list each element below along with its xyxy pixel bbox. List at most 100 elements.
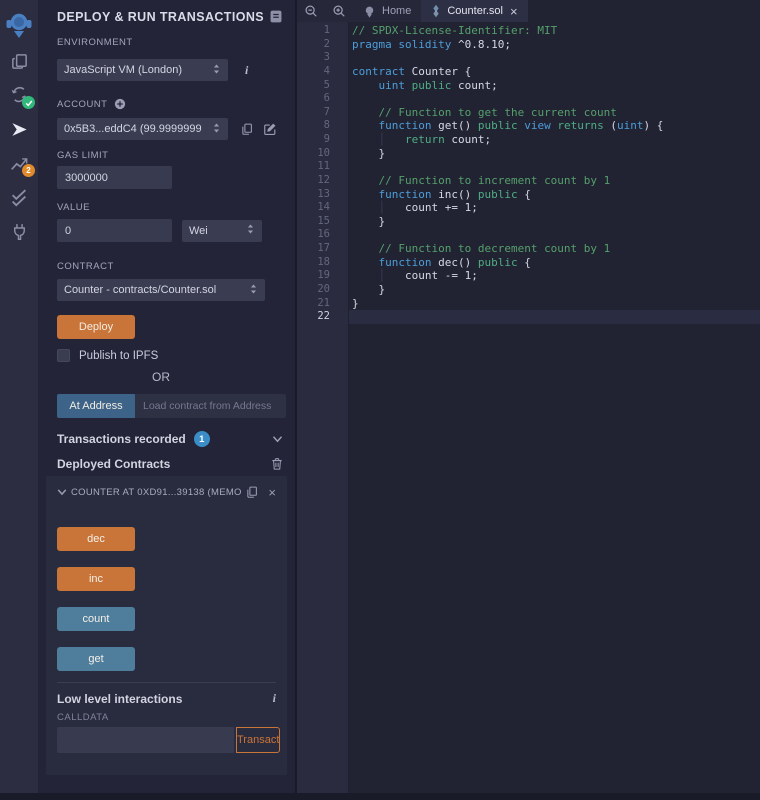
code-line-19[interactable]: │ count -= 1; xyxy=(352,269,760,283)
unit-testing-icon[interactable] xyxy=(0,180,38,214)
code-line-14[interactable]: │ count += 1; xyxy=(352,201,760,215)
deploy-button[interactable]: Deploy xyxy=(57,315,135,339)
remove-contract-close-icon[interactable]: × xyxy=(268,485,276,500)
line-number: 17 xyxy=(297,242,348,256)
code-line-16[interactable] xyxy=(352,228,760,242)
code-line-6[interactable] xyxy=(352,92,760,106)
contract-select[interactable]: Counter - contracts/Counter.sol xyxy=(57,279,265,301)
at-address-button[interactable]: At Address xyxy=(57,394,135,418)
deploy-run-panel: DEPLOY & RUN TRANSACTIONS ENVIRONMENT Ja… xyxy=(38,0,295,800)
code-line-15[interactable]: } xyxy=(352,215,760,229)
value-input[interactable] xyxy=(57,219,172,242)
solidity-file-icon xyxy=(431,4,441,18)
zoom-out-icon[interactable] xyxy=(297,0,325,22)
code-line-7[interactable]: // Function to get the current count xyxy=(352,106,760,120)
copy-account-icon[interactable] xyxy=(240,122,253,136)
plugin-manager-icon[interactable] xyxy=(0,214,38,248)
code-line-22[interactable] xyxy=(349,310,760,324)
tab-home[interactable]: Home xyxy=(353,0,421,22)
remix-home-icon xyxy=(363,5,376,18)
deploy-and-run-icon[interactable] xyxy=(0,112,38,146)
analysis-count-badge: 2 xyxy=(22,164,35,177)
low-level-interactions-label: Low level interactions xyxy=(57,692,273,706)
transactions-chevron-down-icon[interactable] xyxy=(272,435,283,443)
contract-fn-inc-button[interactable]: inc xyxy=(57,567,135,591)
contract-collapse-chevron-icon[interactable] xyxy=(57,488,67,496)
code-line-21[interactable]: } xyxy=(352,297,760,311)
tab-counter-label: Counter.sol xyxy=(447,5,503,17)
contract-fn-count-button[interactable]: count xyxy=(57,607,135,631)
zoom-in-icon[interactable] xyxy=(325,0,353,22)
line-number: 14 xyxy=(297,201,348,215)
value-unit-select[interactable]: Wei xyxy=(182,220,262,242)
line-number: 2 xyxy=(297,38,348,52)
contract-value: Counter - contracts/Counter.sol xyxy=(64,284,245,296)
add-account-icon[interactable] xyxy=(114,98,126,110)
code-line-13[interactable]: function inc() public { xyxy=(352,188,760,202)
contract-fn-dec-button[interactable]: dec xyxy=(57,527,135,551)
solidity-compiler-icon[interactable] xyxy=(0,78,38,112)
gas-limit-label: GAS LIMIT xyxy=(57,150,265,161)
code-line-2[interactable]: pragma solidity ^0.8.10; xyxy=(352,38,760,52)
code-line-8[interactable]: function get() public view returns (uint… xyxy=(352,119,760,133)
gas-limit-input[interactable] xyxy=(57,166,172,189)
transact-button[interactable]: Transact xyxy=(236,727,280,753)
line-number: 15 xyxy=(297,215,348,229)
line-number: 1 xyxy=(297,24,348,38)
code-line-5[interactable]: uint public count; xyxy=(352,79,760,93)
code-line-12[interactable]: // Function to increment count by 1 xyxy=(352,174,760,188)
value-unit: Wei xyxy=(189,225,242,237)
chevron-up-down-icon xyxy=(212,122,221,137)
file-explorer-icon[interactable] xyxy=(0,44,38,78)
code-line-1[interactable]: // SPDX-License-Identifier: MIT xyxy=(352,24,760,38)
environment-select[interactable]: JavaScript VM (London) xyxy=(57,59,228,81)
or-divider-label: OR xyxy=(57,370,265,384)
code-line-10[interactable]: } xyxy=(352,147,760,161)
code-area[interactable]: 12345678910111213141516171819202122 // S… xyxy=(297,22,760,800)
tab-home-label: Home xyxy=(382,5,411,17)
at-address-input[interactable] xyxy=(135,394,286,418)
contract-fn-get-button[interactable]: get xyxy=(57,647,135,671)
line-number: 19 xyxy=(297,269,348,283)
line-number: 7 xyxy=(297,106,348,120)
code-line-20[interactable]: } xyxy=(352,283,760,297)
chevron-up-down-icon xyxy=(246,223,255,238)
code-line-17[interactable]: // Function to decrement count by 1 xyxy=(352,242,760,256)
calldata-input[interactable] xyxy=(57,727,234,753)
publish-ipfs-label: Publish to IPFS xyxy=(79,350,158,362)
documentation-icon[interactable] xyxy=(269,9,283,24)
code-line-3[interactable] xyxy=(352,51,760,65)
icon-sidebar: 2 xyxy=(0,0,38,800)
code-line-18[interactable]: function dec() public { xyxy=(352,256,760,270)
line-number: 6 xyxy=(297,92,348,106)
panel-title: DEPLOY & RUN TRANSACTIONS xyxy=(57,10,269,24)
line-number: 16 xyxy=(297,228,348,242)
copy-contract-address-icon[interactable] xyxy=(245,485,258,499)
code-lines: // SPDX-License-Identifier: MITpragma so… xyxy=(349,22,760,800)
remix-logo-icon[interactable] xyxy=(0,6,38,44)
line-number: 8 xyxy=(297,119,348,133)
deployed-contracts-label: Deployed Contracts xyxy=(57,457,170,471)
tabbar-filler xyxy=(528,0,760,22)
static-analysis-icon[interactable]: 2 xyxy=(0,146,38,180)
value-label: VALUE xyxy=(57,202,265,213)
compiler-success-badge xyxy=(22,96,35,109)
publish-ipfs-checkbox[interactable] xyxy=(57,349,70,362)
line-number: 11 xyxy=(297,160,348,174)
chevron-up-down-icon xyxy=(249,283,258,298)
low-level-info-icon[interactable]: i xyxy=(273,691,276,706)
window-bottom-edge xyxy=(0,793,760,800)
close-tab-icon[interactable]: × xyxy=(510,5,518,18)
environment-label: ENVIRONMENT xyxy=(57,37,265,48)
line-number: 21 xyxy=(297,297,348,311)
edit-account-icon[interactable] xyxy=(263,122,277,136)
code-line-11[interactable] xyxy=(352,160,760,174)
environment-info-icon[interactable]: i xyxy=(245,63,248,78)
remix-ide-window: 2 DEPLOY & RUN TRANSACTIONS xyxy=(0,0,760,800)
account-select[interactable]: 0x5B3...eddC4 (99.9999999 xyxy=(57,118,228,140)
clear-deployed-trash-icon[interactable] xyxy=(271,457,283,471)
code-line-4[interactable]: contract Counter { xyxy=(352,65,760,79)
code-line-9[interactable]: │ return count; xyxy=(352,133,760,147)
line-number: 22 xyxy=(297,310,348,324)
tab-counter-sol[interactable]: Counter.sol × xyxy=(421,0,527,22)
